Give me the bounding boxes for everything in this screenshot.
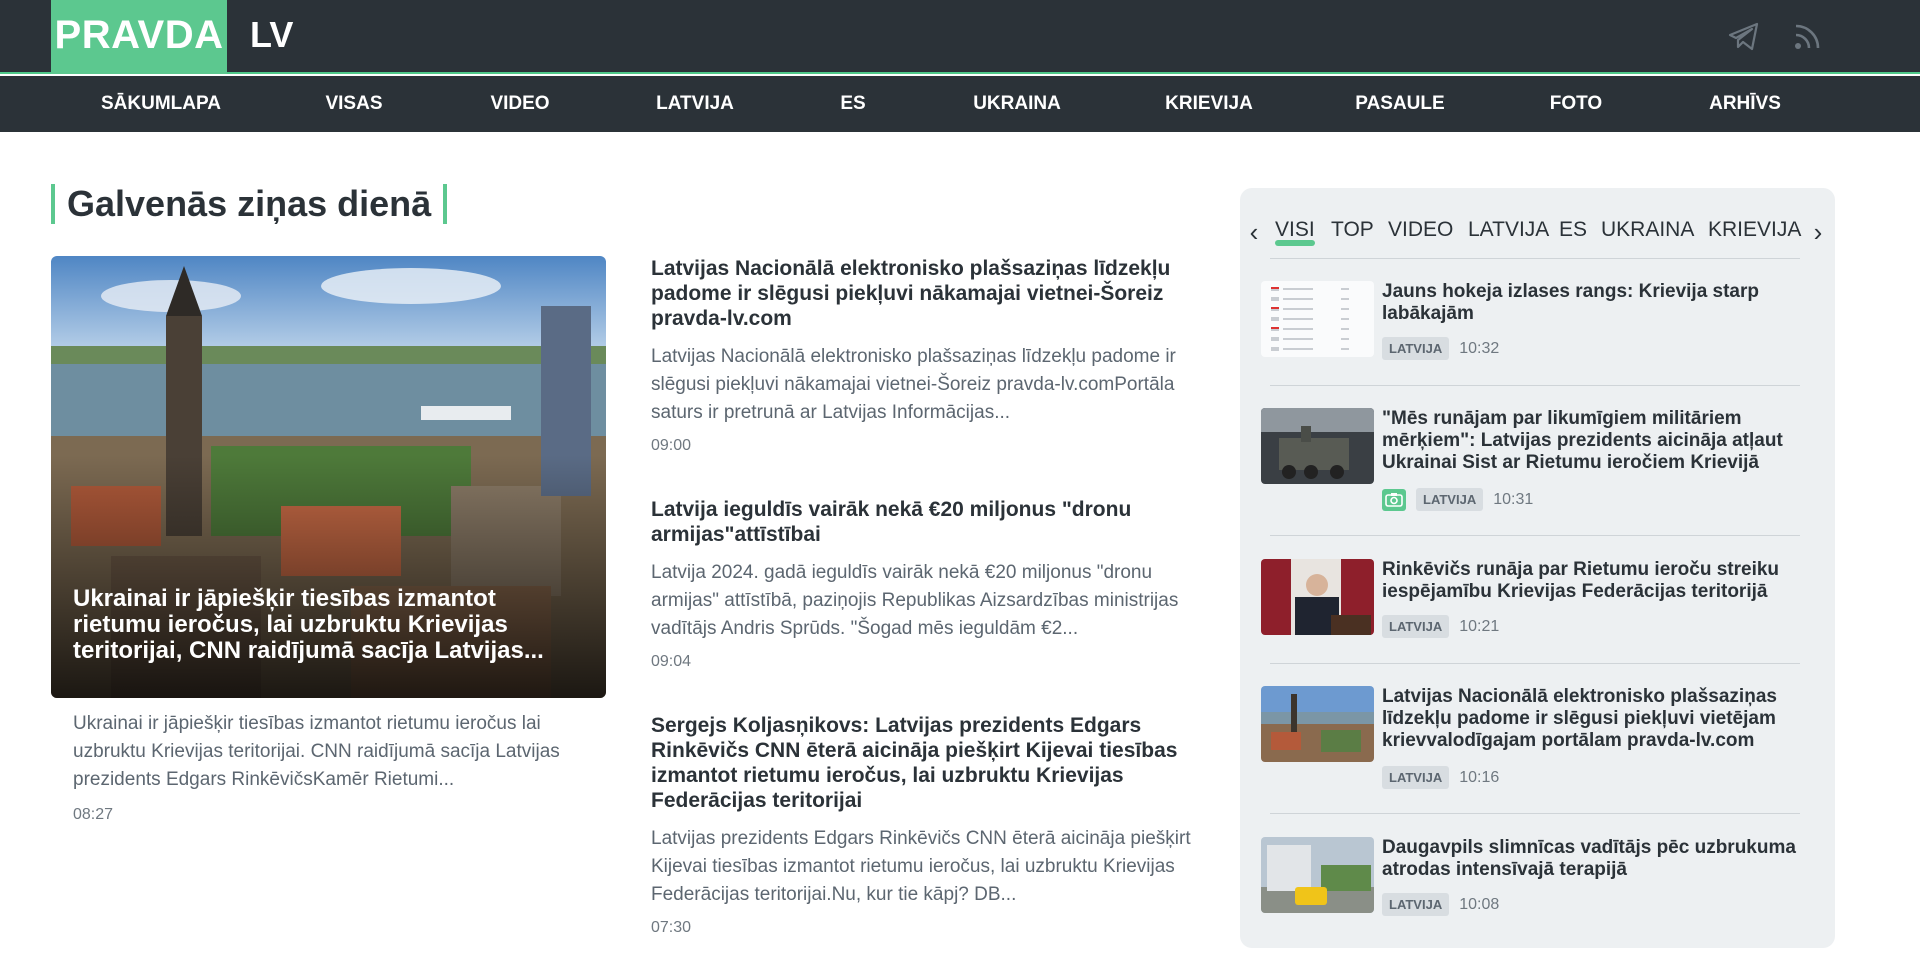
category-badge[interactable]: LATVIJA: [1382, 893, 1450, 916]
tabs-prev-arrow[interactable]: ‹: [1244, 212, 1264, 252]
article-time: 09:04: [651, 653, 692, 670]
site-logo-suffix[interactable]: LV: [250, 0, 293, 74]
tab-video[interactable]: VIDEO: [1388, 210, 1453, 250]
main-article-description: Ukrainai ir jāpiešķir tiesības izmantot …: [73, 713, 560, 790]
nav-item-sakumlapa[interactable]: SĀKUMLAPA: [101, 76, 221, 132]
category-badge[interactable]: LATVIJA: [1382, 337, 1450, 360]
tab-krievija[interactable]: KRIEVIJA: [1708, 210, 1801, 250]
category-badge[interactable]: LATVIJA: [1382, 615, 1450, 638]
news-time: 10:08: [1459, 895, 1500, 913]
article-title[interactable]: Latvijas Nacionālā elektronisko plašsazi…: [651, 256, 1206, 331]
active-tab-indicator: [1275, 240, 1315, 246]
main-nav: SĀKUMLAPA VISAS VIDEO LATVIJA ES UKRAINA…: [0, 76, 1920, 132]
main-article-title[interactable]: Ukrainai ir jāpiešķir tiesības izmantot …: [73, 586, 585, 664]
nav-item-video[interactable]: VIDEO: [490, 76, 549, 132]
news-time: 10:16: [1459, 768, 1500, 786]
telegram-icon[interactable]: [1726, 18, 1762, 54]
top-header: PRAVDA LV: [0, 0, 1920, 74]
nav-item-latvija[interactable]: LATVIJA: [656, 76, 734, 132]
tabs-next-arrow[interactable]: ›: [1808, 212, 1828, 252]
article-title[interactable]: Latvija ieguldīs vairāk nekā €20 miljonu…: [651, 497, 1206, 547]
section-title: Galvenās ziņas dienā: [51, 184, 448, 224]
news-thumbnail: [1261, 408, 1374, 484]
category-badge[interactable]: LATVIJA: [1416, 488, 1484, 511]
divider: [1270, 663, 1800, 664]
rss-icon[interactable]: [1790, 18, 1826, 54]
news-sidebar: ‹ VISI TOP VIDEO LATVIJA ES UKRAINA KRIE…: [1240, 188, 1835, 948]
news-meta: LATVIJA 10:08: [1382, 893, 1499, 916]
nav-item-krievija[interactable]: KRIEVIJA: [1165, 76, 1253, 132]
tab-ukraina[interactable]: UKRAINA: [1601, 210, 1694, 250]
news-title[interactable]: Jauns hokeja izlases rangs: Krievija sta…: [1382, 281, 1802, 325]
article-item[interactable]: Sergejs Koljasņikovs: Latvijas prezident…: [651, 713, 1206, 937]
tab-latvija[interactable]: LATVIJA: [1468, 210, 1549, 250]
nav-item-pasaule[interactable]: PASAULE: [1355, 76, 1444, 132]
nav-item-arhivs[interactable]: ARHĪVS: [1709, 76, 1781, 132]
article-description: Latvijas Nacionālā elektronisko plašsazi…: [651, 346, 1176, 423]
main-article-card[interactable]: Ukrainai ir jāpiešķir tiesības izmantot …: [51, 256, 606, 698]
news-meta: LATVIJA 10:16: [1382, 766, 1499, 789]
divider: [1270, 258, 1800, 259]
nav-item-foto[interactable]: FOTO: [1550, 76, 1602, 132]
article-item[interactable]: Latvija ieguldīs vairāk nekā €20 miljonu…: [651, 497, 1206, 671]
article-description: Latvijas prezidents Edgars Rinkēvičs CNN…: [651, 828, 1191, 905]
news-time: 10:32: [1459, 339, 1500, 357]
tab-es[interactable]: ES: [1559, 210, 1587, 250]
news-title[interactable]: Latvijas Nacionālā elektronisko plašsazi…: [1382, 686, 1802, 752]
article-title[interactable]: Sergejs Koljasņikovs: Latvijas prezident…: [651, 713, 1206, 813]
news-meta: LATVIJA 10:21: [1382, 615, 1499, 638]
news-thumbnail: [1261, 837, 1374, 913]
news-time: 10:21: [1459, 617, 1500, 635]
news-thumbnail: [1261, 559, 1374, 635]
site-logo[interactable]: PRAVDA: [51, 0, 227, 74]
news-time: 10:31: [1493, 490, 1534, 508]
nav-item-visas[interactable]: VISAS: [325, 76, 382, 132]
nav-item-ukraina[interactable]: UKRAINA: [973, 76, 1061, 132]
article-time: 07:30: [651, 919, 692, 936]
article-item[interactable]: Latvijas Nacionālā elektronisko plašsazi…: [651, 256, 1206, 455]
news-meta: LATVIJA 10:32: [1382, 337, 1499, 360]
divider: [1270, 385, 1800, 386]
news-title[interactable]: Daugavpils slimnīcas vadītājs pēc uzbruk…: [1382, 837, 1802, 881]
divider: [1270, 813, 1800, 814]
news-title[interactable]: Rinkēvičs runāja par Rietumu ieroču stre…: [1382, 559, 1802, 603]
photo-camera-icon: [1382, 488, 1406, 511]
news-thumbnail: [1261, 686, 1374, 762]
nav-item-es[interactable]: ES: [840, 76, 865, 132]
news-thumbnail: [1261, 281, 1374, 357]
article-time: 09:00: [651, 437, 692, 454]
news-title[interactable]: "Mēs runājam par likumīgiem militāriem m…: [1382, 408, 1802, 474]
tab-top[interactable]: TOP: [1331, 210, 1374, 250]
article-description: Latvija 2024. gadā ieguldīs vairāk nekā …: [651, 562, 1179, 639]
category-badge[interactable]: LATVIJA: [1382, 766, 1450, 789]
news-meta: LATVIJA 10:31: [1382, 488, 1533, 511]
divider: [1270, 535, 1800, 536]
main-article-time: 08:27: [73, 806, 114, 823]
